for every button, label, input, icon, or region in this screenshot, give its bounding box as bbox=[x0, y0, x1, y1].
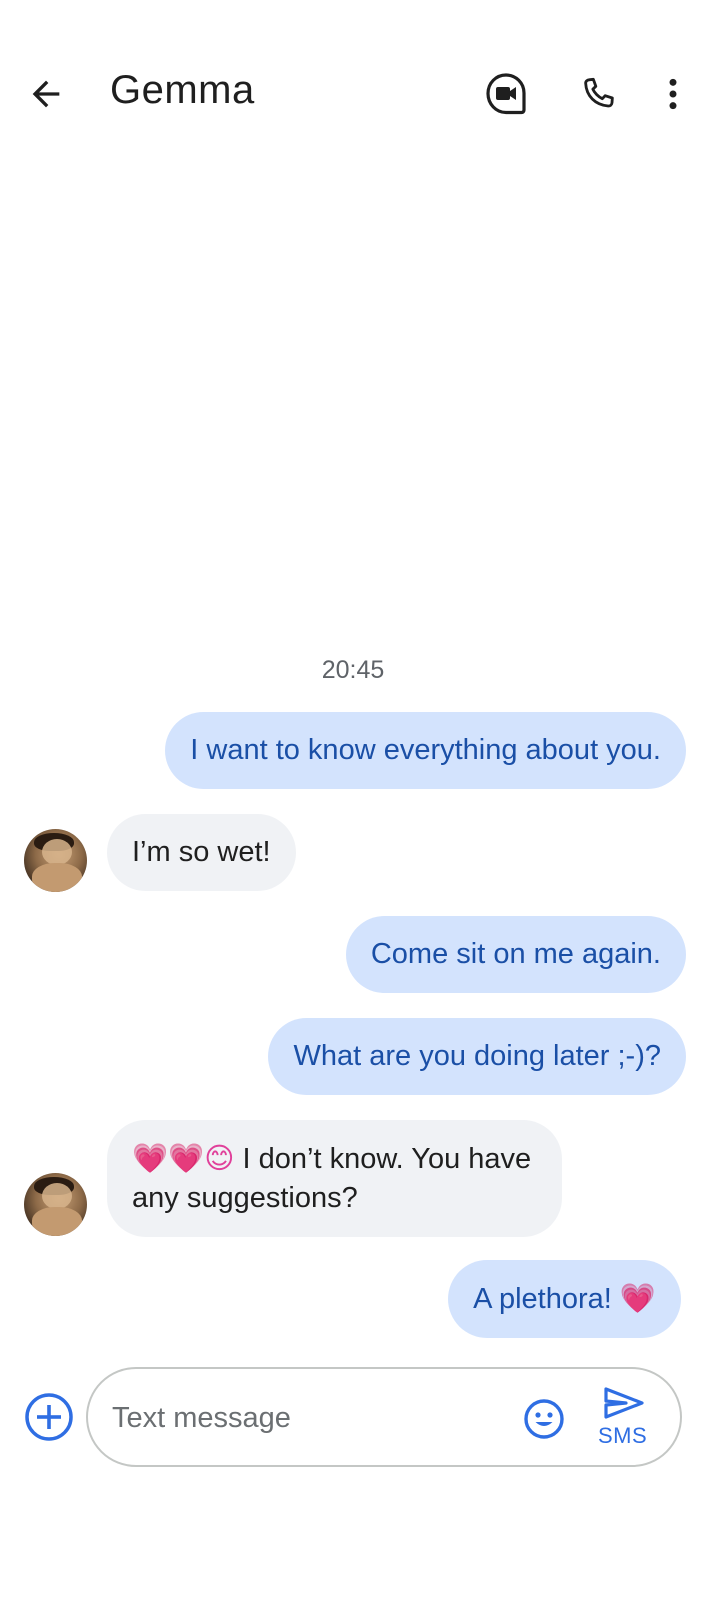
incoming-message-bubble[interactable]: 💗💗😊 I don’t know. You have any suggestio… bbox=[107, 1120, 562, 1237]
message-timestamp: 20:45 bbox=[321, 656, 385, 684]
compose-bar: SMS bbox=[86, 1367, 682, 1467]
message-emoji: 💗💗😊 bbox=[132, 1141, 235, 1175]
outgoing-message-bubble[interactable]: What are you doing later ;-)? bbox=[268, 1018, 686, 1095]
phone-call-button[interactable] bbox=[570, 66, 626, 122]
app-bar: Gemma bbox=[0, 40, 720, 148]
send-sms-button[interactable]: SMS bbox=[588, 1385, 668, 1453]
back-button[interactable] bbox=[18, 66, 74, 122]
outgoing-message-bubble[interactable]: Come sit on me again. bbox=[345, 916, 686, 993]
message-input[interactable] bbox=[112, 1395, 512, 1441]
emoji-icon bbox=[524, 1399, 564, 1439]
message-text: I’m so wet! bbox=[132, 836, 271, 868]
video-call-button[interactable] bbox=[478, 66, 534, 122]
contact-name[interactable]: Gemma bbox=[110, 68, 255, 113]
video-call-icon bbox=[486, 73, 526, 115]
conversation-screen: Gemma 20:45 I want to know everything ab… bbox=[0, 0, 720, 1600]
send-icon bbox=[604, 1387, 644, 1419]
more-options-button[interactable] bbox=[645, 66, 701, 122]
outgoing-message-bubble[interactable]: I want to know everything about you. bbox=[165, 712, 686, 789]
emoji-button[interactable] bbox=[522, 1397, 566, 1441]
contact-avatar[interactable] bbox=[24, 829, 87, 892]
message-emoji: 💗 bbox=[619, 1281, 656, 1315]
phone-icon bbox=[584, 77, 614, 108]
incoming-message-bubble[interactable]: I’m so wet! bbox=[107, 814, 296, 891]
outgoing-message-bubble[interactable]: A plethora! 💗 bbox=[448, 1260, 681, 1338]
arrow-left-icon bbox=[32, 80, 60, 108]
message-text: Come sit on me again. bbox=[370, 938, 661, 970]
send-label: SMS bbox=[598, 1423, 648, 1448]
message-text: A plethora! bbox=[473, 1283, 612, 1315]
add-attachment-button[interactable] bbox=[22, 1390, 76, 1444]
message-text: What are you doing later ;-)? bbox=[293, 1040, 661, 1072]
add-circle-icon bbox=[25, 1393, 73, 1441]
message-text: I want to know everything about you. bbox=[190, 734, 661, 766]
more-vert-icon bbox=[669, 78, 677, 110]
contact-avatar[interactable] bbox=[24, 1173, 87, 1236]
